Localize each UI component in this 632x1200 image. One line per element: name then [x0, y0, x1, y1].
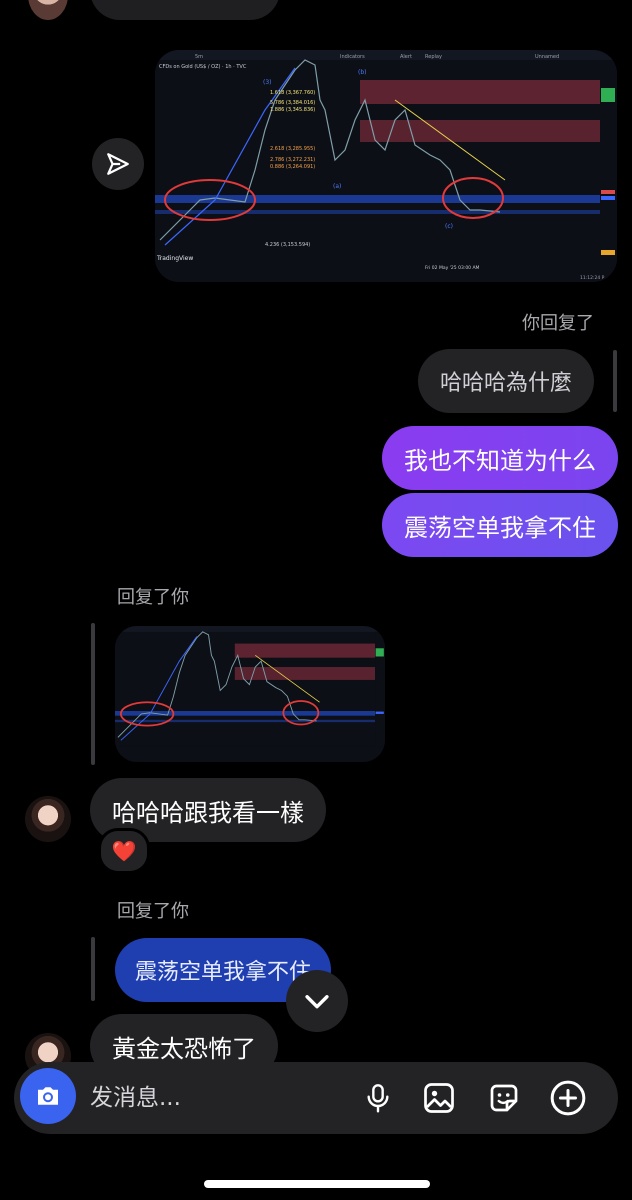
camera-button[interactable]: [20, 1068, 76, 1124]
tradingview-label: TradingView: [156, 255, 193, 262]
microphone-button[interactable]: [356, 1076, 400, 1120]
camera-icon: [38, 1087, 58, 1105]
outgoing-message[interactable]: 我也不知道为什么: [382, 426, 618, 490]
chart-time-label: 11:12:24 P: [580, 275, 605, 281]
heart-icon: ❤️: [111, 839, 137, 863]
outgoing-message[interactable]: 震荡空单我拿不住: [382, 493, 618, 557]
reply-label-them: 回复了你: [117, 901, 189, 922]
plus-button[interactable]: [546, 1076, 590, 1120]
toolbar-layout: Unnamed: [535, 54, 559, 60]
fib-level: 1.886 (3,345.836): [270, 107, 315, 113]
wave-label: (b): [358, 69, 367, 76]
fib-level: 5.786 (3,384.016): [270, 100, 315, 106]
fib-level: 2.786 (3,272.231): [270, 157, 315, 163]
chart-screenshot-message[interactable]: 5m Indicators Alert Replay Unnamed CFDs …: [155, 50, 617, 282]
toolbar-replay: Replay: [425, 54, 442, 60]
wave-label: (c): [445, 223, 453, 230]
paper-plane-icon: [107, 153, 129, 175]
scroll-to-bottom-button[interactable]: [286, 970, 348, 1032]
sticker-button[interactable]: [482, 1076, 526, 1120]
message-input[interactable]: [90, 1078, 340, 1118]
reply-label-them: 回复了你: [117, 587, 189, 608]
reaction-badge[interactable]: ❤️: [98, 828, 150, 874]
toolbar-text: 5m: [195, 54, 203, 60]
home-indicator[interactable]: [204, 1180, 430, 1188]
chevron-down-icon: [305, 995, 329, 1009]
chart-screenshot: 5m Indicators Alert Replay Unnamed CFDs …: [155, 50, 617, 282]
quoted-chart-screenshot[interactable]: [115, 626, 385, 762]
avatar-partial: [28, 0, 68, 20]
quote-line: [91, 623, 95, 765]
gallery-button[interactable]: [417, 1076, 461, 1120]
microphone-icon: [367, 1084, 389, 1113]
chart-date-label: Fri 02 May '25 03:00 AM: [425, 265, 480, 271]
quote-line: [91, 937, 95, 1001]
fib-level: 2.618 (3,285.955): [270, 146, 315, 152]
reply-label-you: 你回复了: [522, 313, 594, 334]
share-button[interactable]: [92, 138, 144, 190]
quote-indicator-bar: [613, 350, 617, 412]
fib-level: 0.886 (3,264.091): [270, 164, 315, 170]
fib-level: 1.618 (3,367.760): [270, 90, 315, 96]
quoted-own-message[interactable]: 哈哈哈為什麼: [417, 349, 594, 413]
avatar[interactable]: [25, 796, 71, 842]
chart-symbol: CFDs on Gold (US$ / OZ) · 1h · TVC: [159, 64, 247, 70]
fib-level: 4.236 (3,153.594): [265, 242, 310, 248]
plus-circle-icon: [550, 1080, 586, 1116]
wave-label: (a): [333, 183, 341, 190]
sticker-icon: [490, 1084, 518, 1112]
toolbar-alert: Alert: [400, 54, 412, 60]
toolbar-indicators: Indicators: [340, 54, 365, 60]
chart-screenshot-thumb: [115, 626, 385, 762]
gallery-icon: [424, 1083, 454, 1113]
message-bubble-partial: [90, 0, 280, 20]
wave-label: (3): [263, 79, 272, 86]
